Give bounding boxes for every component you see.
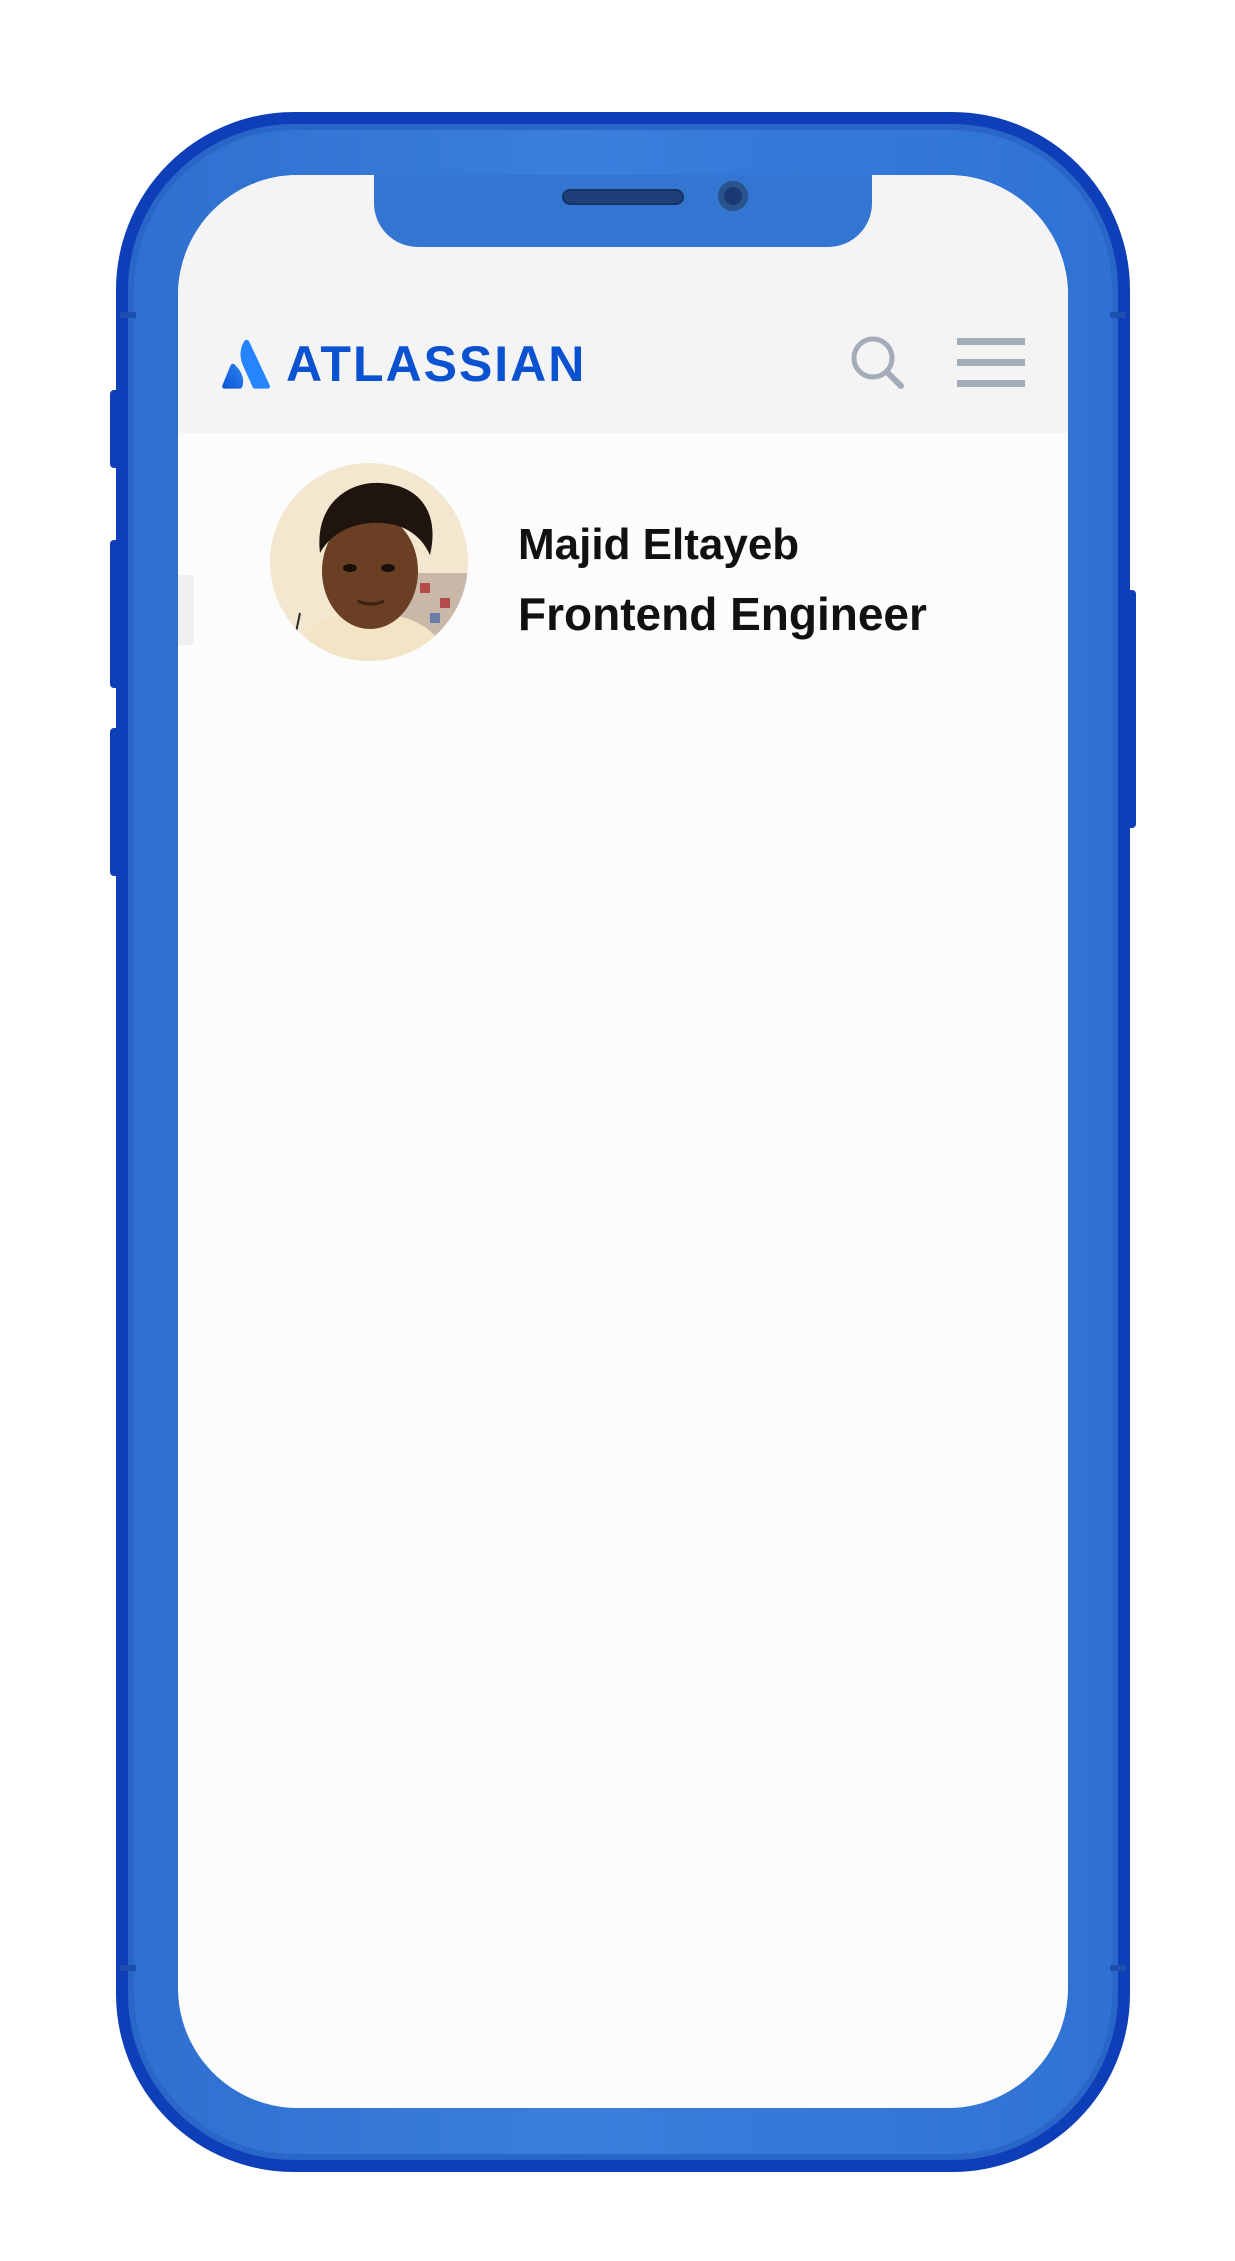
logo-wordmark: ATLASSIAN — [286, 336, 587, 392]
phone-screen: ATLASSIAN Majid Eltayeb Frontend Enginee… — [178, 175, 1068, 2108]
atlassian-logo[interactable]: ATLASSIAN — [222, 335, 586, 393]
profile-job-title: Frontend Engineer — [518, 588, 927, 640]
antenna-line — [120, 1965, 136, 1971]
antenna-line — [120, 312, 136, 318]
search-button[interactable] — [848, 333, 908, 393]
atlassian-mark-icon — [222, 339, 270, 389]
hamburger-menu-icon — [957, 338, 1025, 387]
avatar — [270, 463, 468, 661]
screen-notch — [374, 175, 872, 247]
front-camera-icon — [718, 181, 748, 211]
antenna-line — [1110, 312, 1126, 318]
profile-name: Majid Eltayeb — [518, 520, 800, 569]
antenna-line — [1110, 1965, 1126, 1971]
search-icon — [851, 336, 904, 389]
earpiece-speaker — [562, 189, 684, 205]
menu-button[interactable] — [956, 333, 1026, 393]
side-tab — [178, 575, 194, 645]
profile-photo — [270, 463, 468, 661]
phone-mockup-stage: ATLASSIAN Majid Eltayeb Frontend Enginee… — [0, 0, 1235, 2261]
